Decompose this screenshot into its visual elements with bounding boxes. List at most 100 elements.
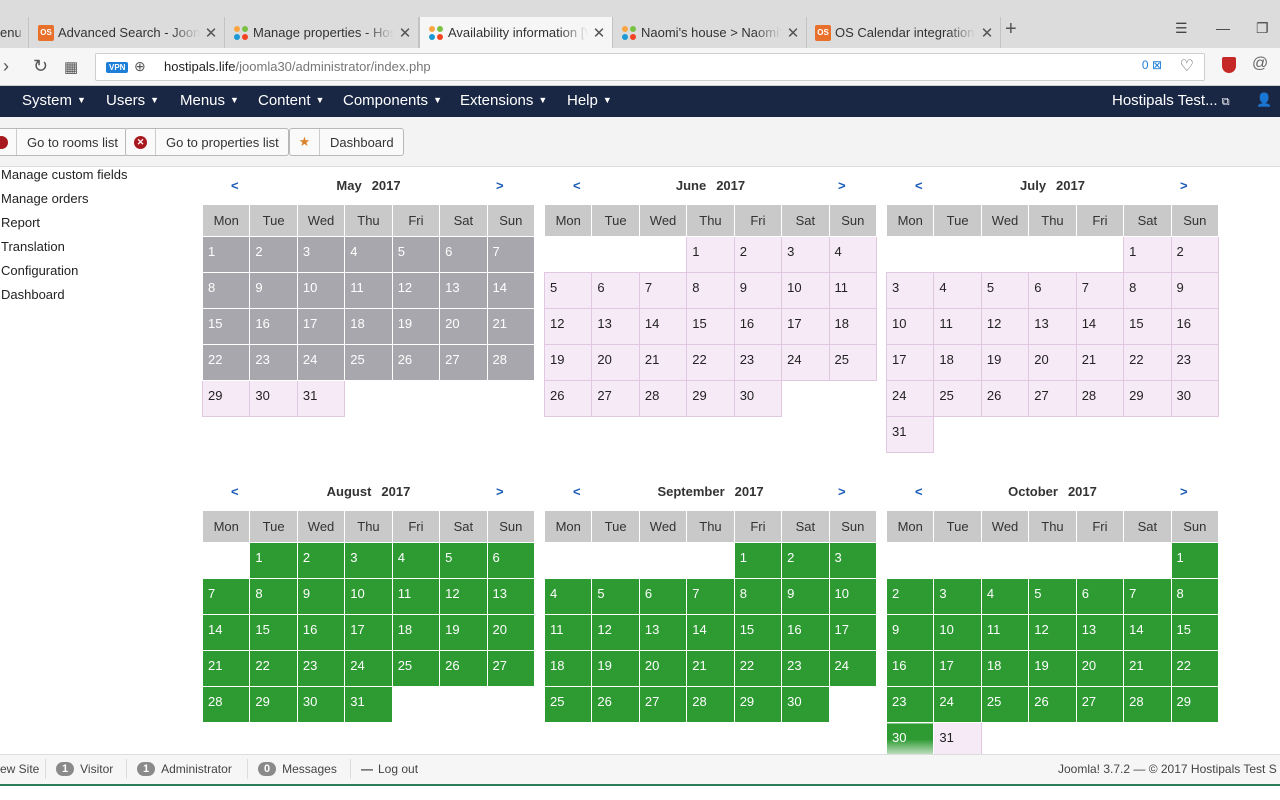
day-cell-avail[interactable]: 23: [733, 344, 783, 381]
day-cell-booked[interactable]: 16: [296, 614, 346, 651]
reload-icon[interactable]: ↻: [33, 56, 48, 77]
day-cell-booked[interactable]: 27: [638, 686, 688, 723]
day-cell-avail[interactable]: 30: [249, 380, 298, 417]
day-cell-booked[interactable]: 6: [1075, 578, 1125, 615]
day-cell-booked[interactable]: 17: [344, 614, 393, 651]
sidebar-item-report[interactable]: Report: [1, 216, 191, 240]
minimize-icon[interactable]: —: [1216, 20, 1230, 36]
day-cell-booked[interactable]: 12: [1028, 614, 1077, 651]
day-cell-avail[interactable]: 20: [591, 344, 640, 381]
day-cell-avail[interactable]: 11: [933, 308, 982, 345]
day-cell-avail[interactable]: 31: [885, 416, 935, 453]
day-cell-avail[interactable]: 24: [885, 380, 935, 417]
day-cell-avail[interactable]: 21: [638, 344, 688, 381]
day-cell-avail[interactable]: 3: [885, 272, 935, 309]
day-cell-booked[interactable]: 15: [1170, 614, 1220, 651]
browser-tab[interactable]: Manage properties - Hosti ✕: [225, 17, 419, 48]
day-cell-avail[interactable]: 5: [543, 272, 593, 309]
day-cell-booked[interactable]: 19: [439, 614, 488, 651]
day-cell-booked[interactable]: 30: [296, 686, 346, 723]
tab-menu-icon[interactable]: ☰: [1175, 20, 1188, 37]
day-cell-booked[interactable]: 29: [733, 686, 783, 723]
day-cell-avail[interactable]: 8: [686, 272, 735, 309]
day-cell-booked[interactable]: 14: [686, 614, 735, 651]
day-cell-past[interactable]: 25: [344, 344, 393, 381]
day-cell-avail[interactable]: 13: [591, 308, 640, 345]
day-cell-past[interactable]: 23: [249, 344, 298, 381]
properties-list-button[interactable]: ✕ Go to properties list: [125, 128, 289, 156]
day-cell-avail[interactable]: 29: [201, 380, 251, 417]
sidebar-item-dashboard[interactable]: Dashboard: [1, 288, 191, 312]
day-cell-avail[interactable]: 2: [733, 236, 783, 273]
day-cell-booked[interactable]: 25: [980, 686, 1030, 723]
day-cell-avail[interactable]: 6: [1028, 272, 1077, 309]
next-month-button[interactable]: >: [1180, 484, 1188, 499]
day-cell-booked[interactable]: 11: [980, 614, 1030, 651]
day-cell-past[interactable]: 27: [439, 344, 488, 381]
day-cell-booked[interactable]: 13: [638, 614, 688, 651]
day-cell-booked[interactable]: 10: [344, 578, 393, 615]
menu-system[interactable]: System ▼: [22, 92, 86, 109]
day-cell-past[interactable]: 15: [201, 308, 251, 345]
day-cell-booked[interactable]: 1: [249, 542, 298, 579]
browser-tab[interactable]: Naomi's house > Naomi's ✕: [613, 17, 807, 48]
day-cell-past[interactable]: 6: [439, 236, 488, 273]
day-cell-booked[interactable]: 15: [249, 614, 298, 651]
day-cell-avail[interactable]: 8: [1123, 272, 1172, 309]
day-cell-past[interactable]: 22: [201, 344, 251, 381]
day-cell-avail[interactable]: 3: [781, 236, 830, 273]
day-cell-past[interactable]: 3: [296, 236, 346, 273]
user-icon[interactable]: 👤: [1256, 92, 1272, 108]
day-cell-booked[interactable]: 3: [828, 542, 878, 579]
day-cell-booked[interactable]: 19: [591, 650, 640, 687]
menu-menus[interactable]: Menus ▼: [180, 92, 239, 109]
day-cell-avail[interactable]: 27: [1028, 380, 1077, 417]
messages-link[interactable]: 0 Messages: [258, 762, 337, 776]
close-icon[interactable]: ✕: [398, 24, 412, 42]
day-cell-booked[interactable]: 7: [686, 578, 735, 615]
sidebar-item-orders[interactable]: Manage orders: [1, 192, 191, 216]
day-cell-past[interactable]: 26: [391, 344, 441, 381]
day-cell-avail[interactable]: 12: [543, 308, 593, 345]
browser-tab-active[interactable]: Availability information [W ✕: [419, 17, 613, 48]
day-cell-avail[interactable]: 4: [828, 236, 878, 273]
day-cell-avail[interactable]: 11: [828, 272, 878, 309]
day-cell-booked[interactable]: 8: [733, 578, 783, 615]
day-cell-avail[interactable]: 10: [781, 272, 830, 309]
next-month-button[interactable]: >: [838, 178, 846, 193]
restore-icon[interactable]: ❐: [1256, 20, 1269, 37]
day-cell-booked[interactable]: 3: [344, 542, 393, 579]
day-cell-avail[interactable]: 16: [1170, 308, 1220, 345]
day-cell-past[interactable]: 13: [439, 272, 488, 309]
day-cell-avail[interactable]: 23: [1170, 344, 1220, 381]
close-icon[interactable]: ✕: [204, 24, 218, 42]
next-month-button[interactable]: >: [838, 484, 846, 499]
next-month-button[interactable]: >: [496, 178, 504, 193]
day-cell-avail[interactable]: 14: [638, 308, 688, 345]
day-cell-past[interactable]: 1: [201, 236, 251, 273]
day-cell-booked[interactable]: 31: [344, 686, 393, 723]
day-cell-booked[interactable]: 5: [439, 542, 488, 579]
day-cell-booked[interactable]: 14: [201, 614, 251, 651]
day-cell-avail[interactable]: 14: [1075, 308, 1125, 345]
day-cell-avail[interactable]: 17: [885, 344, 935, 381]
day-cell-past[interactable]: 28: [486, 344, 536, 381]
day-cell-booked[interactable]: 18: [391, 614, 441, 651]
close-icon[interactable]: ✕: [980, 24, 994, 42]
day-cell-booked[interactable]: 12: [591, 614, 640, 651]
day-cell-booked[interactable]: 14: [1123, 614, 1172, 651]
close-icon[interactable]: ✕: [786, 24, 800, 42]
next-month-button[interactable]: >: [1180, 178, 1188, 193]
day-cell-avail[interactable]: 9: [733, 272, 783, 309]
sidebar-item-custom-fields[interactable]: Manage custom fields: [1, 168, 191, 192]
day-cell-booked[interactable]: 24: [933, 686, 982, 723]
day-cell-booked[interactable]: 21: [686, 650, 735, 687]
day-cell-booked[interactable]: 20: [638, 650, 688, 687]
day-cell-booked[interactable]: 9: [296, 578, 346, 615]
day-cell-past[interactable]: 18: [344, 308, 393, 345]
day-cell-booked[interactable]: 17: [828, 614, 878, 651]
day-cell-booked[interactable]: 2: [885, 578, 935, 615]
day-cell-booked[interactable]: 9: [781, 578, 830, 615]
site-link[interactable]: Hostipals Test... ⧉: [1112, 92, 1230, 109]
day-cell-booked[interactable]: 29: [249, 686, 298, 723]
